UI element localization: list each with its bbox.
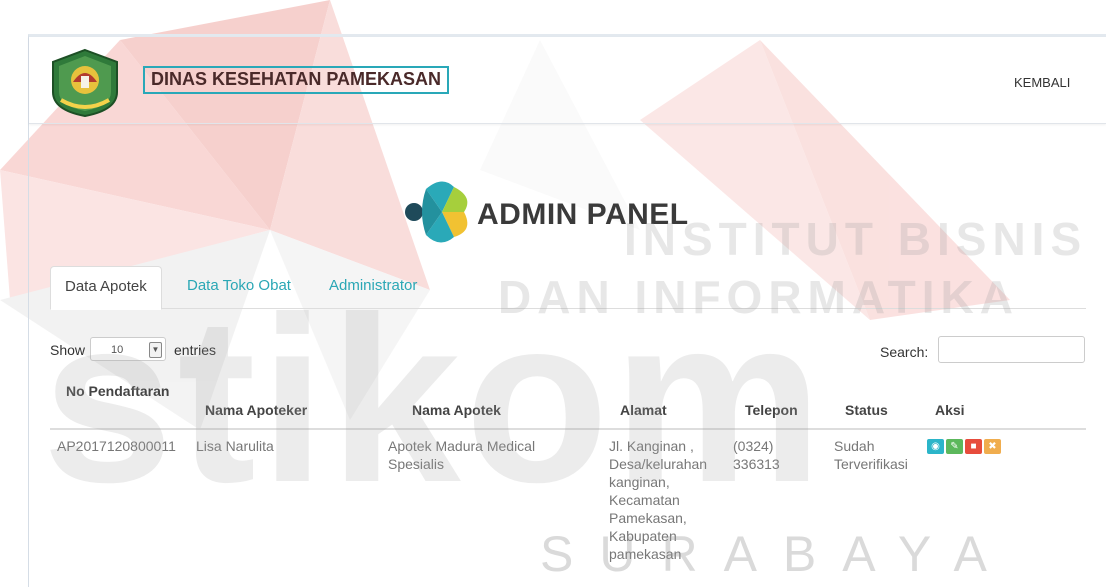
search-label: Search:: [880, 344, 929, 360]
trash-icon: ■: [970, 441, 977, 452]
show-label: Show: [50, 342, 86, 358]
column-header-nama-apoteker[interactable]: Nama Apoteker: [205, 402, 307, 419]
search-input[interactable]: [938, 336, 1085, 363]
reject-button[interactable]: ✖: [984, 439, 1001, 454]
view-button[interactable]: ◉: [927, 439, 944, 454]
table-header-divider: [50, 428, 1086, 430]
back-link[interactable]: KEMBALI: [1014, 75, 1070, 90]
admin-panel-logo-icon: [405, 181, 468, 243]
column-header-aksi: Aksi: [935, 402, 965, 418]
pamekasan-emblem-logo: [52, 48, 118, 118]
site-title: DINAS KESEHATAN PAMEKASAN: [143, 66, 450, 94]
tab-bar: Data Apotek Data Toko Obat Administrator: [50, 266, 1086, 310]
chevron-down-icon: ▼: [149, 342, 162, 358]
entries-value: 10: [111, 344, 124, 356]
tab-administrator[interactable]: Administrator: [329, 266, 417, 307]
pencil-icon: ✎: [950, 441, 959, 452]
column-header-telepon[interactable]: Telepon: [745, 402, 798, 419]
tab-data-toko-obat[interactable]: Data Toko Obat: [187, 266, 291, 307]
cell-nama-apoteker: Lisa Narulita: [196, 438, 274, 454]
column-header-alamat[interactable]: Alamat: [620, 402, 667, 419]
column-header-no-pendaftaran[interactable]: No Pendaftaran: [66, 383, 176, 400]
admin-panel-title: ADMIN PANEL: [477, 198, 689, 231]
cell-nama-apotek: Apotek Madura Medical Spesialis: [388, 438, 536, 472]
delete-button[interactable]: ■: [965, 439, 982, 454]
column-header-status[interactable]: Status: [845, 402, 888, 419]
edit-button[interactable]: ✎: [946, 439, 963, 454]
column-header-nama-apotek[interactable]: Nama Apotek: [412, 402, 501, 419]
cell-telepon: (0324) 336313: [733, 438, 780, 472]
eye-icon: ◉: [931, 441, 940, 452]
cell-status: Sudah Terverifikasi: [834, 438, 908, 472]
close-icon: ✖: [988, 441, 997, 452]
entries-select[interactable]: 10 ▼: [90, 337, 166, 361]
cell-alamat: Jl. Kanginan , Desa/kelurahan kanginan, …: [609, 438, 708, 562]
cell-no-pendaftaran: AP2017120800011: [57, 438, 176, 454]
tab-data-apotek[interactable]: Data Apotek: [50, 266, 162, 310]
entries-label: entries: [174, 342, 217, 358]
row-actions: ◉ ✎ ■ ✖: [927, 439, 1003, 457]
